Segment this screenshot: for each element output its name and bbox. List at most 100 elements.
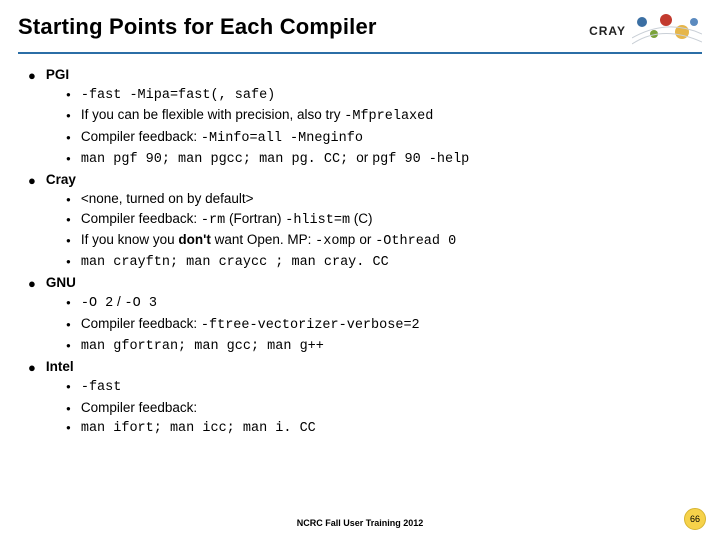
list-item: ● -O 2 / -O 3 [66,293,702,313]
item-text: <none, turned on by default> [81,190,254,208]
bullet-icon: ● [28,174,36,187]
section-title: GNU [46,274,76,292]
text-segment: -xomp [315,234,356,249]
item-text: Compiler feedback: -Minfo=all -Mneginfo [81,128,363,148]
section-title: Intel [46,358,74,376]
bullet-icon: ● [66,321,71,329]
text-segment: pgf 90 -help [372,152,469,167]
item-text: -fast [81,377,122,397]
section-header: ● GNU [28,274,702,292]
bullet-icon: ● [66,196,71,204]
bullet-icon: ● [66,342,71,350]
item-text: Compiler feedback: [81,399,197,417]
text-segment: -fast [81,380,122,395]
bullet-icon: ● [66,155,71,163]
text-segment: (C) [350,211,373,226]
section: ● GNU ● -O 2 / -O 3 ● Compiler feedback: -ftr… [28,274,702,356]
bullet-icon: ● [28,69,36,82]
item-text: -fast -Mipa=fast(, safe) [81,85,275,105]
text-segment: -ftree-vectorizer-verbose=2 [201,318,420,333]
text-segment: -fast -Mipa=fast(, safe) [81,88,275,103]
list-item: ● Compiler feedback: [66,399,702,417]
item-list: ● -fast ● Compiler feedback: ● man ifort; man… [28,377,702,438]
text-segment: -O 2 [81,296,113,311]
slide: Starting Points for Each Compiler CRAY ●… [0,0,720,540]
section: ●PGI●-fast -Mipa=fast(, safe)●If you can… [28,66,702,169]
text-segment: man pgf 90; man pgcc; man pg. CC; [81,152,356,167]
section-header: ● Intel [28,358,702,376]
section-title: Cray [46,171,76,189]
text-segment: / [113,294,124,309]
text-segment: Compiler feedback: [81,400,197,415]
section-list: ●PGI●-fast -Mipa=fast(, safe)●If you can… [28,66,702,438]
bullet-icon: ● [66,258,71,266]
bullet-icon: ● [28,361,36,374]
list-item: ● man crayftn; man craycc ; man cray. CC [66,252,702,272]
bullet-icon: ● [66,383,71,391]
list-item: ● Compiler feedback: -ftree-vectorizer-ve… [66,315,702,335]
list-item: ● <none, turned on by default> [66,190,702,208]
bullet-icon: ● [66,299,71,307]
page-number: 66 [690,514,700,524]
bullet-icon: ● [28,277,36,290]
bullet-icon: ● [66,405,71,413]
content: ●PGI●-fast -Mipa=fast(, safe)●If you can… [18,54,702,438]
section-header: ● PGI [28,66,702,84]
page-title: Starting Points for Each Compiler [18,14,377,40]
item-list: ● -O 2 / -O 3 ● Compiler feedback: -ftree-v… [28,293,702,356]
text-segment: -rm [201,213,225,228]
brand-text: CRAY [589,24,626,38]
text-segment: or [356,150,372,165]
text-segment: (Fortran) [225,211,285,226]
list-item: ●If you can be flexible with precision, … [66,106,702,126]
item-text: If you know you don't want Open. MP: -xo… [81,231,456,251]
text-segment: -hlist=m [285,213,350,228]
item-text: man gfortran; man gcc; man g++ [81,336,324,356]
item-list: ● <none, turned on by default> ● Compiler f… [28,190,702,272]
text-segment: man ifort; man icc; man i. CC [81,421,316,436]
text-segment: Compiler feedback: [81,129,201,144]
item-text: man crayftn; man craycc ; man cray. CC [81,252,389,272]
text-segment: -Mfprelaxed [344,109,433,124]
item-text: -O 2 / -O 3 [81,293,157,313]
list-item: ● man gfortran; man gcc; man g++ [66,336,702,356]
text-segment: If you know you [81,232,179,247]
footer: NCRC Fall User Training 2012 [0,518,720,528]
bullet-icon: ● [66,134,71,142]
text-segment: man crayftn; man craycc ; man cray. CC [81,255,389,270]
bullet-icon: ● [66,216,71,224]
section: ● Cray ● <none, turned on by default> ● Compi… [28,171,702,272]
list-item: ● man pgf 90; man pgcc; man pg. CC; or pg… [66,149,702,169]
list-item: ● If you know you don't want Open. MP: -x… [66,231,702,251]
header: Starting Points for Each Compiler CRAY [18,14,702,48]
section: ● Intel ● -fast ● Compiler feedback: ● man ifor… [28,358,702,438]
item-text: man pgf 90; man pgcc; man pg. CC; or pgf… [81,149,469,169]
text-segment: -Othread 0 [375,234,456,249]
brand-decor-icon [632,14,702,48]
item-list: ●-fast -Mipa=fast(, safe)●If you can be … [28,85,702,169]
section-title: PGI [46,66,69,84]
text-segment: or [356,232,376,247]
bullet-icon: ● [66,424,71,432]
page-number-badge: 66 [684,508,706,530]
list-item: ● man ifort; man icc; man i. CC [66,418,702,438]
brand-logo: CRAY [589,14,702,48]
bullet-icon: ● [66,237,71,245]
list-item: ● Compiler feedback: -Minfo=all -Mneginfo [66,128,702,148]
list-item: ● Compiler feedback: -rm (Fortran) -hlist… [66,210,702,230]
item-text: Compiler feedback: -ftree-vectorizer-ver… [81,315,420,335]
text-segment: Compiler feedback: [81,211,201,226]
section-header: ● Cray [28,171,702,189]
text-segment: If you can be flexible with precision, a… [81,107,344,122]
text-segment: don't [178,232,210,247]
text-segment: -O 3 [125,296,157,311]
item-text: man ifort; man icc; man i. CC [81,418,316,438]
item-text: If you can be flexible with precision, a… [81,106,434,126]
bullet-icon: ● [66,91,71,99]
text-segment: -Minfo=all -Mneginfo [201,131,363,146]
list-item: ● -fast -Mipa=fast(, safe) [66,85,702,105]
list-item: ● -fast [66,377,702,397]
footer-text: NCRC Fall User Training 2012 [0,518,720,528]
item-text: Compiler feedback: -rm (Fortran) -hlist=… [81,210,373,230]
text-segment: Compiler feedback: [81,316,201,331]
